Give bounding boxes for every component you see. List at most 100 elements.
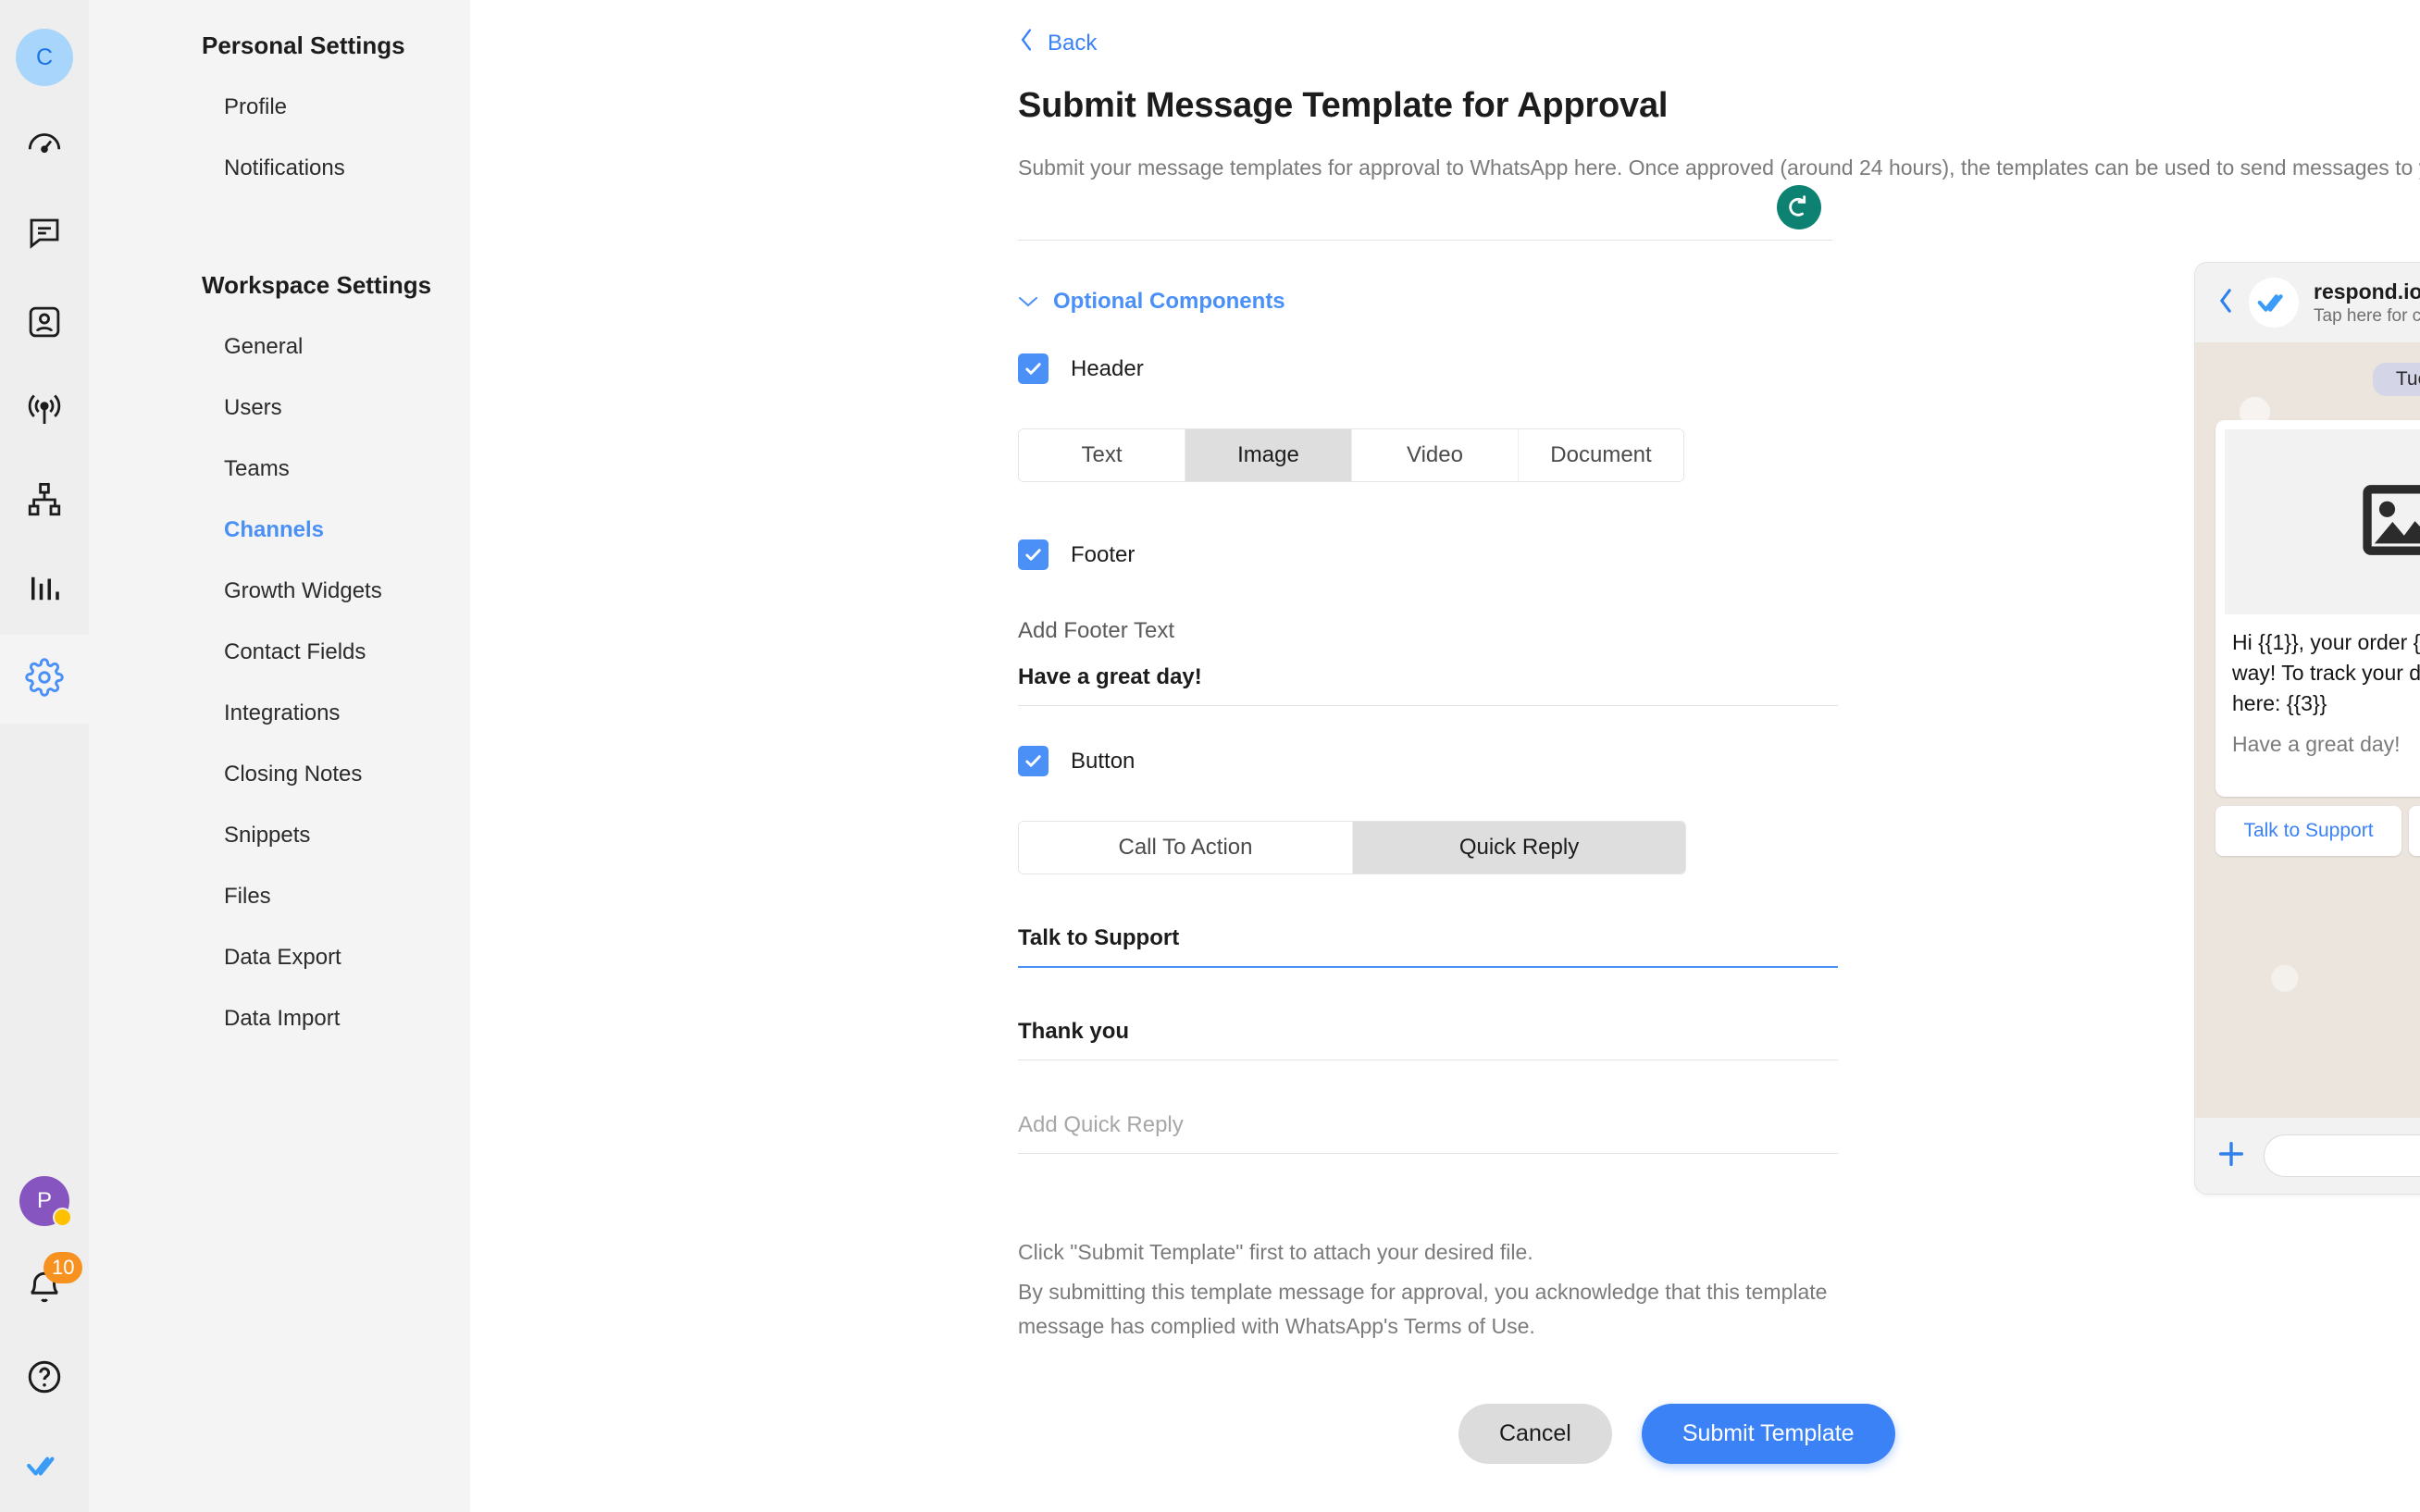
sidebar-item-channels[interactable]: Channels [89, 500, 470, 561]
sidebar-item-closing-notes[interactable]: Closing Notes [89, 744, 470, 805]
user-profile-button[interactable]: P [0, 1157, 89, 1246]
attach-file-note: Click "Submit Template" first to attach … [1018, 1240, 1533, 1264]
back-button[interactable]: Back [1018, 28, 1097, 58]
double-check-logo-icon [25, 1446, 64, 1490]
contact-name: respond.io [2314, 279, 2420, 304]
gear-icon [25, 657, 64, 701]
footer-checkbox-row[interactable]: Footer [1018, 539, 1135, 570]
date-chip: Tue, May 2 [2373, 363, 2420, 396]
footer-text-value[interactable]: Have a great day! [1018, 664, 1838, 706]
checkbox-checked-icon[interactable] [1018, 746, 1049, 776]
quick-reply-field-1[interactable]: Talk to Support [1018, 925, 1838, 968]
sidebar-item-teams[interactable]: Teams [89, 439, 470, 500]
checkbox-checked-icon[interactable] [1018, 353, 1049, 384]
quick-reply-button-1[interactable]: Talk to Support [2215, 806, 2401, 856]
workspace-avatar-button[interactable]: C [0, 13, 89, 102]
respondio-logo-button[interactable] [0, 1423, 89, 1512]
sidebar-item-users[interactable]: Users [89, 378, 470, 439]
user-avatar: P [19, 1176, 72, 1227]
cancel-button[interactable]: Cancel [1458, 1404, 1612, 1464]
tab-header-text[interactable]: Text [1019, 429, 1185, 481]
quick-reply-value-1[interactable]: Talk to Support [1018, 925, 1838, 968]
messages-icon-button[interactable] [0, 191, 89, 279]
page-description-text: Submit your message templates for approv… [1018, 155, 2420, 180]
quick-reply-value-2[interactable]: Thank you [1018, 1019, 1838, 1060]
messages-icon [25, 214, 64, 257]
header-checkbox-label: Header [1071, 355, 1144, 381]
help-button[interactable] [0, 1334, 89, 1423]
icon-rail: C P 10 [0, 0, 89, 1512]
sidebar-item-snippets[interactable]: Snippets [89, 805, 470, 866]
quick-reply-button-2[interactable]: Thank you [2409, 806, 2420, 856]
main-content: Back Submit Message Template for Approva… [470, 0, 2420, 1512]
whatsapp-input-bar [2195, 1118, 2420, 1194]
form-actions: Cancel Submit Template [1458, 1404, 1895, 1464]
message-body-text: Hi {{1}}, your order {{2}} is on its way… [2232, 630, 2420, 715]
whatsapp-chat-body: Tue, May 2 Hi {{1}}, your order {{2}} is… [2195, 342, 2420, 1118]
sidebar-item-profile[interactable]: Profile [89, 77, 470, 138]
footer-text-field[interactable]: Add Footer Text Have a great day! [1018, 618, 1838, 706]
chevron-left-icon [1018, 28, 1035, 58]
whatsapp-channel-badge [1777, 185, 1821, 229]
sidebar-item-contact-fields[interactable]: Contact Fields [89, 622, 470, 683]
settings-nav: Personal Settings Profile Notifications … [89, 0, 470, 1512]
dashboard-icon-button[interactable] [0, 102, 89, 191]
notifications-button[interactable]: 10 [0, 1246, 89, 1334]
header-checkbox-row[interactable]: Header [1018, 353, 1144, 384]
message-bubble: Hi {{1}}, your order {{2}} is on its way… [2215, 420, 2420, 797]
broadcast-icon [25, 391, 64, 435]
button-checkbox-label: Button [1071, 748, 1136, 774]
contact-subtitle: Tap here for contact info [2314, 305, 2420, 326]
chevron-left-icon[interactable] [2217, 288, 2234, 318]
button-checkbox-row[interactable]: Button [1018, 746, 1135, 776]
tab-header-document[interactable]: Document [1519, 429, 1683, 481]
button-type-tabs: Call To Action Quick Reply [1018, 821, 1686, 874]
terms-note: By submitting this template message for … [1018, 1280, 1828, 1338]
quick-reply-field-2[interactable]: Thank you [1018, 1019, 1838, 1060]
contact-info[interactable]: respond.io Tap here for contact info [2314, 279, 2420, 328]
sidebar-item-data-import[interactable]: Data Import [89, 988, 470, 1049]
sidebar-item-files[interactable]: Files [89, 866, 470, 927]
contact-avatar [2249, 278, 2299, 328]
checkbox-checked-icon[interactable] [1018, 539, 1049, 570]
workflows-icon-button[interactable] [0, 457, 89, 546]
whatsapp-preview: respond.io Tap here for contact info Tue… [2194, 262, 2420, 1195]
app-root: C P 10 Personal Settings Profile Notific… [0, 0, 2420, 1512]
sidebar-item-integrations[interactable]: Integrations [89, 683, 470, 744]
help-circle-icon [25, 1357, 64, 1401]
tab-call-to-action[interactable]: Call To Action [1019, 822, 1353, 874]
image-placeholder [2225, 429, 2420, 614]
contacts-icon-button[interactable] [0, 279, 89, 368]
optional-components-toggle[interactable]: Optional Components [1018, 289, 1285, 315]
image-icon [2361, 484, 2420, 561]
avatar: C [16, 29, 73, 86]
sidebar-item-data-export[interactable]: Data Export [89, 927, 470, 988]
settings-icon-button[interactable] [0, 635, 89, 724]
page-description: Submit your message templates for approv… [1018, 155, 2420, 180]
footer-checkbox-label: Footer [1071, 541, 1136, 567]
back-label: Back [1048, 30, 1098, 56]
workspace-settings-title: Workspace Settings [202, 271, 432, 299]
notification-badge: 10 [43, 1251, 83, 1283]
broadcast-icon-button[interactable] [0, 368, 89, 457]
tab-quick-reply[interactable]: Quick Reply [1353, 822, 1685, 874]
add-quick-reply-field[interactable]: Add Quick Reply [1018, 1112, 1838, 1154]
header-type-tabs: Text Image Video Document [1018, 428, 1684, 482]
sidebar-item-general[interactable]: General [89, 316, 470, 378]
workflows-icon [25, 480, 64, 524]
add-quick-reply-placeholder[interactable]: Add Quick Reply [1018, 1112, 1838, 1154]
tab-header-video[interactable]: Video [1352, 429, 1519, 481]
dashboard-icon [25, 125, 64, 168]
reports-icon-button[interactable] [0, 546, 89, 635]
quick-reply-buttons-row: Talk to Support Thank you [2215, 806, 2420, 856]
sidebar-item-notifications[interactable]: Notifications [89, 138, 470, 199]
submit-template-button[interactable]: Submit Template [1641, 1404, 1895, 1464]
sidebar-item-growth-widgets[interactable]: Growth Widgets [89, 561, 470, 622]
attach-plus-icon[interactable] [2215, 1138, 2247, 1174]
bell-icon: 10 [25, 1251, 83, 1312]
tab-header-image[interactable]: Image [1185, 429, 1352, 481]
message-input[interactable] [2264, 1134, 2420, 1177]
optional-components-label: Optional Components [1053, 289, 1285, 314]
footer-text-label: Add Footer Text [1018, 618, 1174, 643]
scrolled-field-partial[interactable] [1018, 192, 1832, 241]
